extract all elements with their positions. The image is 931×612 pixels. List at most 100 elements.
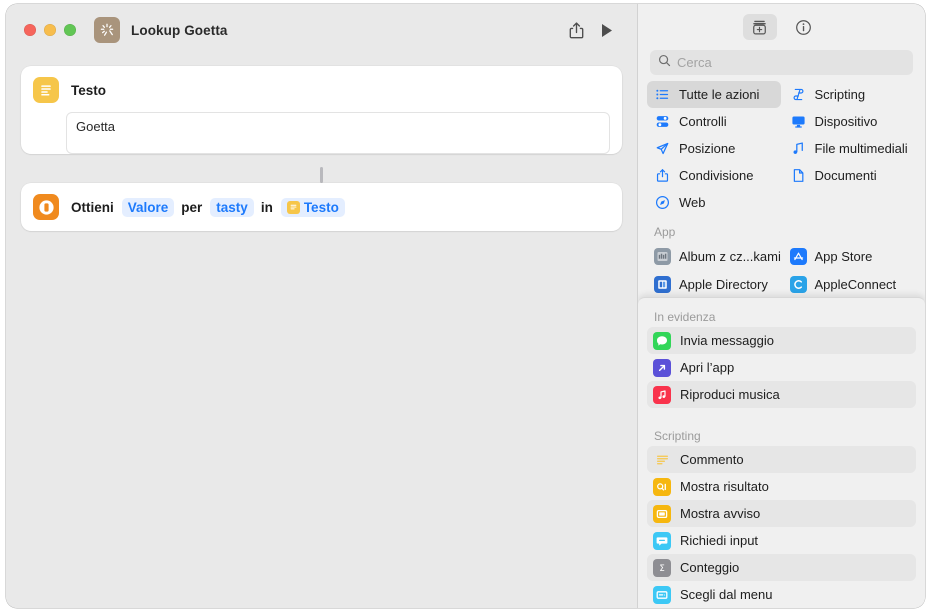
action-item-label: Mostra risultato <box>680 479 769 494</box>
variable-token-testo[interactable]: Testo <box>280 197 345 217</box>
category-label: Controlli <box>679 114 727 129</box>
category-controlli[interactable]: Controlli <box>647 108 781 135</box>
close-button[interactable] <box>24 24 36 36</box>
search-field[interactable] <box>650 50 913 75</box>
app-item-label: Apple Directory <box>679 276 768 292</box>
count-icon: Σ <box>653 558 671 577</box>
sidebar-toolbar <box>638 4 925 50</box>
category-documenti[interactable]: Documenti <box>783 162 917 189</box>
share-icon <box>654 168 671 183</box>
app-grid: Album z cz...kami App Store Apple Direct… <box>638 242 925 298</box>
scripting-list: Commento Mostra risultato Mostra avviso … <box>638 446 925 608</box>
action-card-row: Ottieni Valore per tasty in Testo <box>21 183 622 231</box>
action-card-get-value[interactable]: Ottieni Valore per tasty in Testo <box>21 183 622 231</box>
photos-app-icon <box>654 247 671 265</box>
open-app-icon <box>653 358 671 377</box>
window-titlebar: Lookup Goetta <box>6 4 637 56</box>
shortcuts-icon <box>94 17 120 43</box>
action-item-mostra-avviso[interactable]: Mostra avviso <box>647 500 916 527</box>
info-circle-icon[interactable] <box>787 14 821 40</box>
app-store-icon <box>789 247 807 265</box>
action-item-label: Mostra avviso <box>680 506 761 521</box>
action-item-commento[interactable]: Commento <box>647 446 916 473</box>
action-library-sidebar: Tutte le azioni Scripting <box>637 4 925 608</box>
traffic-lights <box>24 24 76 36</box>
ask-input-icon <box>653 531 671 550</box>
minimize-button[interactable] <box>44 24 56 36</box>
shortcuts-window: Lookup Goetta Testo Goetta Ottieni Valor… <box>6 4 925 608</box>
action-word-in: in <box>260 199 273 215</box>
search-container <box>638 50 925 75</box>
action-item-invia-messaggio[interactable]: Invia messaggio <box>647 327 916 354</box>
action-item-label: Commento <box>680 452 744 467</box>
suggestions-overlay-panel: In evidenza Invia messaggio Apri l’app R… <box>638 297 925 608</box>
messages-icon <box>653 331 671 350</box>
list-bullet-icon <box>654 87 671 102</box>
token-label: Testo <box>303 199 339 215</box>
music-note-icon <box>790 141 807 156</box>
featured-section-label: In evidenza <box>654 310 716 324</box>
category-condivisione[interactable]: Condivisione <box>647 162 781 189</box>
action-connector <box>320 167 323 183</box>
app-item-album[interactable]: Album z cz...kami <box>647 242 781 270</box>
shortcut-canvas: Testo Goetta Ottieni Valore per tasty in… <box>6 56 637 608</box>
app-item-appleconnect[interactable]: AppleConnect <box>783 270 917 298</box>
apple-directory-icon <box>654 275 671 293</box>
category-tutte-le-azioni[interactable]: Tutte le azioni <box>647 81 781 108</box>
action-item-conteggio[interactable]: Σ Conteggio <box>647 554 916 581</box>
action-item-mostra-risultato[interactable]: Mostra risultato <box>647 473 916 500</box>
run-button[interactable] <box>591 17 621 43</box>
appleconnect-icon <box>789 275 807 293</box>
action-item-apri-lapp[interactable]: Apri l’app <box>647 354 916 381</box>
text-action-icon <box>33 77 59 103</box>
search-icon <box>658 54 671 72</box>
category-posizione[interactable]: Posizione <box>647 135 781 162</box>
category-web[interactable]: Web <box>647 189 781 216</box>
show-alert-icon <box>653 504 671 523</box>
category-label: Dispositivo <box>814 114 878 129</box>
category-grid: Tutte le azioni Scripting Controlli Disp… <box>638 75 925 216</box>
category-label: Web <box>679 195 706 210</box>
comment-icon <box>653 451 671 469</box>
text-action-input[interactable]: Goetta <box>66 112 610 154</box>
toggles-icon <box>654 114 671 129</box>
action-item-label: Invia messaggio <box>680 333 774 348</box>
action-card-header: Testo <box>21 66 622 103</box>
token-label: Valore <box>127 199 169 215</box>
parameter-token-valore[interactable]: Valore <box>121 197 175 217</box>
scripting-section-label: Scripting <box>654 429 701 443</box>
get-dictionary-value-icon <box>33 194 59 220</box>
action-item-label: Scegli dal menu <box>680 587 773 602</box>
display-icon <box>790 114 807 129</box>
app-item-apple-directory[interactable]: Apple Directory <box>647 270 781 298</box>
action-item-riproduci-musica[interactable]: Riproduci musica <box>647 381 916 408</box>
share-button[interactable] <box>561 17 591 43</box>
app-item-label: Album z cz...kami <box>679 248 781 264</box>
text-variable-icon <box>286 200 300 214</box>
zoom-button[interactable] <box>64 24 76 36</box>
choose-menu-icon <box>653 585 671 604</box>
action-card-text[interactable]: Testo Goetta <box>21 66 622 154</box>
safari-icon <box>654 195 671 210</box>
app-item-app-store[interactable]: App Store <box>783 242 917 270</box>
featured-list: Invia messaggio Apri l’app Riproduci mus… <box>638 327 925 408</box>
category-file-multimediali[interactable]: File multimediali <box>783 135 917 162</box>
action-title: Testo <box>71 82 107 98</box>
category-scripting[interactable]: Scripting <box>783 81 917 108</box>
action-library-button[interactable] <box>742 14 777 40</box>
category-label: Tutte le azioni <box>679 87 760 102</box>
action-item-richiedi-input[interactable]: Richiedi input <box>647 527 916 554</box>
document-title: Lookup Goetta <box>131 22 228 38</box>
action-item-label: Richiedi input <box>680 533 759 548</box>
music-app-icon <box>653 385 671 404</box>
shortcuts-window-screenshot: Lookup Goetta Testo Goetta Ottieni Valor… <box>0 0 931 612</box>
category-dispositivo[interactable]: Dispositivo <box>783 108 917 135</box>
show-result-icon <box>653 477 671 496</box>
action-item-scegli-dal-menu[interactable]: Scegli dal menu <box>647 581 916 608</box>
parameter-token-tasty[interactable]: tasty <box>210 197 254 217</box>
search-input[interactable] <box>677 55 905 70</box>
category-label: Posizione <box>679 141 736 156</box>
category-label: Scripting <box>814 87 866 102</box>
shortcut-editor-pane: Lookup Goetta Testo Goetta Ottieni Valor… <box>6 4 637 608</box>
